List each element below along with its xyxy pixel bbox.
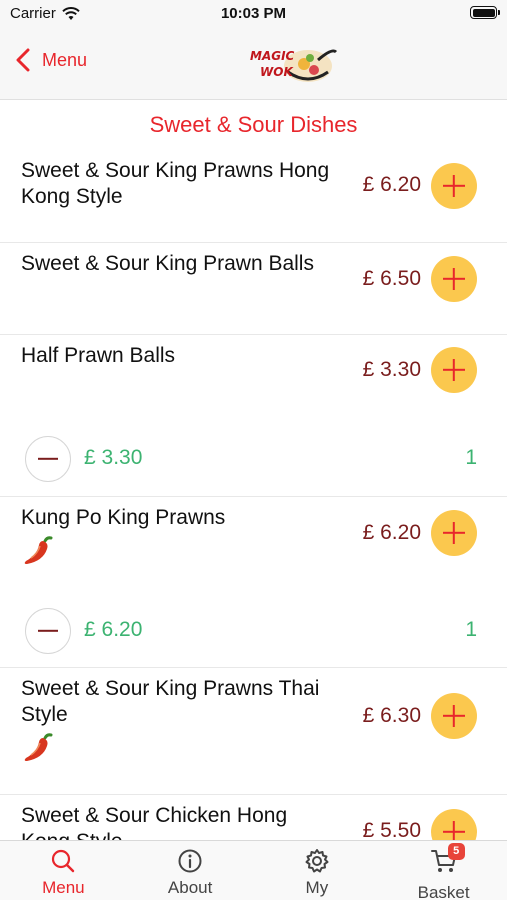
item-name: Sweet & Sour King Prawn Balls xyxy=(21,252,314,275)
search-icon xyxy=(52,849,75,873)
quantity-row: £ 3.30 1 xyxy=(0,434,507,486)
info-icon xyxy=(178,849,202,873)
item-name: Kung Po King Prawns xyxy=(21,506,226,529)
tab-bar: Menu About My 5 Basket xyxy=(0,840,507,900)
tab-my[interactable]: My xyxy=(254,841,381,900)
remove-one-button[interactable] xyxy=(25,608,71,654)
item-name: Half Prawn Balls xyxy=(21,344,176,367)
tab-menu[interactable]: Menu xyxy=(0,841,127,900)
tab-my-label: My xyxy=(305,878,329,897)
menu-item: Sweet & Sour Chicken Hong Kong Style £ 5… xyxy=(0,795,507,840)
tab-menu-label: Menu xyxy=(42,878,85,897)
menu-item: Sweet & Sour King Prawns Thai Style £ 6.… xyxy=(0,668,507,795)
item-price: £ 6.50 xyxy=(362,267,421,290)
tab-about[interactable]: About xyxy=(127,841,254,900)
item-price: £ 6.20 xyxy=(362,173,421,196)
menu-item: Sweet & Sour King Prawns Hong Kong Style… xyxy=(0,150,507,243)
basket-count-badge: 5 xyxy=(447,843,465,860)
menu-item: Kung Po King Prawns £ 6.20 £ 6.20 1 xyxy=(0,497,507,668)
back-button-label: Menu xyxy=(42,49,88,70)
add-to-basket-button[interactable] xyxy=(431,256,477,302)
item-price: £ 5.50 xyxy=(362,819,421,840)
status-time: 10:03 PM xyxy=(220,5,287,22)
add-to-basket-button[interactable] xyxy=(431,163,477,209)
menu-item-list[interactable]: Sweet & Sour King Prawns Hong Kong Style… xyxy=(0,150,507,840)
gear-icon xyxy=(305,849,329,873)
item-price: £ 6.30 xyxy=(362,704,421,727)
line-total: £ 6.20 xyxy=(84,618,143,641)
logo-text-bottom: WOK xyxy=(260,65,294,79)
add-to-basket-button[interactable] xyxy=(431,347,477,393)
item-price: £ 3.30 xyxy=(362,358,421,381)
add-to-basket-button[interactable] xyxy=(431,510,477,556)
item-name: Sweet & Sour King Prawns Thai Style xyxy=(21,677,320,726)
item-quantity: 1 xyxy=(465,618,477,641)
restaurant-logo: MAGIC WOK xyxy=(250,49,338,82)
tab-basket-label: Basket xyxy=(417,883,470,900)
section-title: Sweet & Sour Dishes xyxy=(149,112,358,137)
battery-icon xyxy=(470,6,500,19)
chili-icon xyxy=(24,536,53,564)
line-total: £ 3.30 xyxy=(84,446,143,469)
item-price: £ 6.20 xyxy=(362,521,421,544)
chevron-left-icon xyxy=(16,48,30,72)
tab-basket[interactable]: 5 Basket xyxy=(380,841,507,900)
add-to-basket-button[interactable] xyxy=(431,809,477,840)
chili-icon xyxy=(24,733,53,761)
item-quantity: 1 xyxy=(465,446,477,469)
quantity-row: £ 6.20 1 xyxy=(0,606,507,658)
logo-text-top: MAGIC xyxy=(250,49,295,63)
navigation-bar: Menu MAGIC WOK xyxy=(0,26,507,100)
back-button[interactable]: Menu xyxy=(16,48,87,72)
remove-one-button[interactable] xyxy=(25,436,71,482)
item-name: Sweet & Sour King Prawns Hong Kong Style xyxy=(21,159,330,208)
menu-item: Sweet & Sour King Prawn Balls £ 6.50 xyxy=(0,243,507,335)
item-name: Sweet & Sour Chicken Hong Kong Style xyxy=(21,804,288,840)
status-bar: Carrier 10:03 PM xyxy=(0,0,507,26)
tab-about-label: About xyxy=(167,878,213,897)
menu-item: Half Prawn Balls £ 3.30 £ 3.30 1 xyxy=(0,335,507,497)
add-to-basket-button[interactable] xyxy=(431,693,477,739)
